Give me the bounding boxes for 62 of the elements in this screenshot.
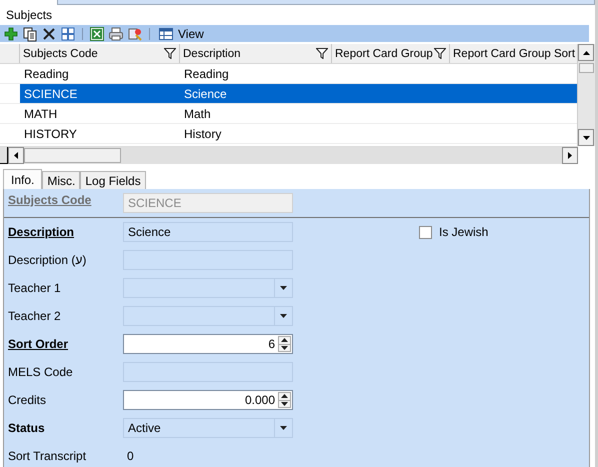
view-button[interactable]: View [156, 25, 206, 42]
table-cell[interactable]: Reading [20, 64, 180, 83]
dropdown-field[interactable]: Active [123, 418, 293, 438]
column-header[interactable]: Report Card Group [332, 44, 450, 63]
table-icon [158, 26, 174, 40]
down-arrow-icon [281, 346, 288, 350]
caret-icon [280, 314, 287, 318]
tab[interactable]: Info. [3, 169, 42, 189]
filter-icon [434, 48, 446, 59]
field-label: Teacher 2 [8, 309, 62, 323]
table-cell[interactable]: Math [180, 104, 332, 123]
table-cell[interactable]: Science [180, 84, 332, 103]
field-label: Sort Order [8, 337, 70, 351]
table-cell[interactable] [450, 84, 578, 103]
grid-icon[interactable] [60, 26, 76, 42]
text-field[interactable]: Science [123, 222, 293, 242]
filter-icon [164, 48, 176, 59]
number-field[interactable]: 0.000 [123, 390, 293, 410]
right-arrow-icon[interactable] [568, 152, 572, 159]
field-value: 0 [126, 449, 134, 463]
up-arrow-icon [281, 338, 288, 342]
panel-title: Subjects [5, 7, 54, 24]
table-cell[interactable]: SCIENCE [20, 84, 180, 103]
spreadsheet-icon[interactable] [89, 26, 105, 42]
copy-icon[interactable] [22, 26, 38, 42]
down-arrow-icon [281, 402, 288, 406]
tab[interactable]: Log Fields [80, 171, 146, 189]
spin-buttons[interactable] [278, 392, 291, 408]
field-label: Subjects Code [8, 193, 92, 207]
horizontal-scrollbar[interactable] [0, 146, 578, 164]
checkbox[interactable]: Is Jewish [419, 225, 488, 239]
table-cell[interactable]: Reading [180, 64, 332, 83]
field-label: Sort Transcript [8, 449, 88, 463]
scrollbar-thumb[interactable] [579, 63, 594, 73]
down-arrow-icon[interactable] [582, 136, 590, 140]
field-label: Description (ע) [8, 253, 88, 267]
vertical-scrollbar[interactable] [577, 44, 595, 146]
delete-icon[interactable] [41, 26, 57, 42]
spin-buttons[interactable] [278, 336, 291, 352]
up-arrow-icon [281, 394, 288, 398]
field-label: Credits [8, 393, 48, 407]
scrollbar-thumb[interactable] [24, 148, 121, 163]
up-arrow-icon[interactable] [582, 50, 590, 54]
caret-icon [280, 286, 287, 290]
caret-icon [280, 426, 287, 430]
dropdown-field[interactable] [123, 306, 293, 326]
number-field[interactable]: 6 [123, 334, 293, 354]
field-label: Teacher 1 [8, 281, 62, 295]
table-cell[interactable]: HISTORY [20, 124, 180, 143]
printer-icon[interactable] [108, 26, 124, 42]
filter-icon [316, 48, 328, 59]
left-arrow-icon[interactable] [14, 152, 18, 159]
table-cell[interactable]: History [180, 124, 332, 143]
field-label: Status [8, 421, 46, 435]
field-label: Description [8, 225, 76, 239]
table-cell[interactable]: MATH [20, 104, 180, 123]
field-label: MELS Code [8, 365, 74, 379]
tab[interactable]: Misc. [42, 171, 80, 189]
dropdown-field[interactable] [123, 278, 293, 298]
paint-icon[interactable] [127, 26, 143, 42]
column-header[interactable]: Subjects Code [20, 44, 180, 63]
column-header[interactable]: Description [180, 44, 332, 63]
